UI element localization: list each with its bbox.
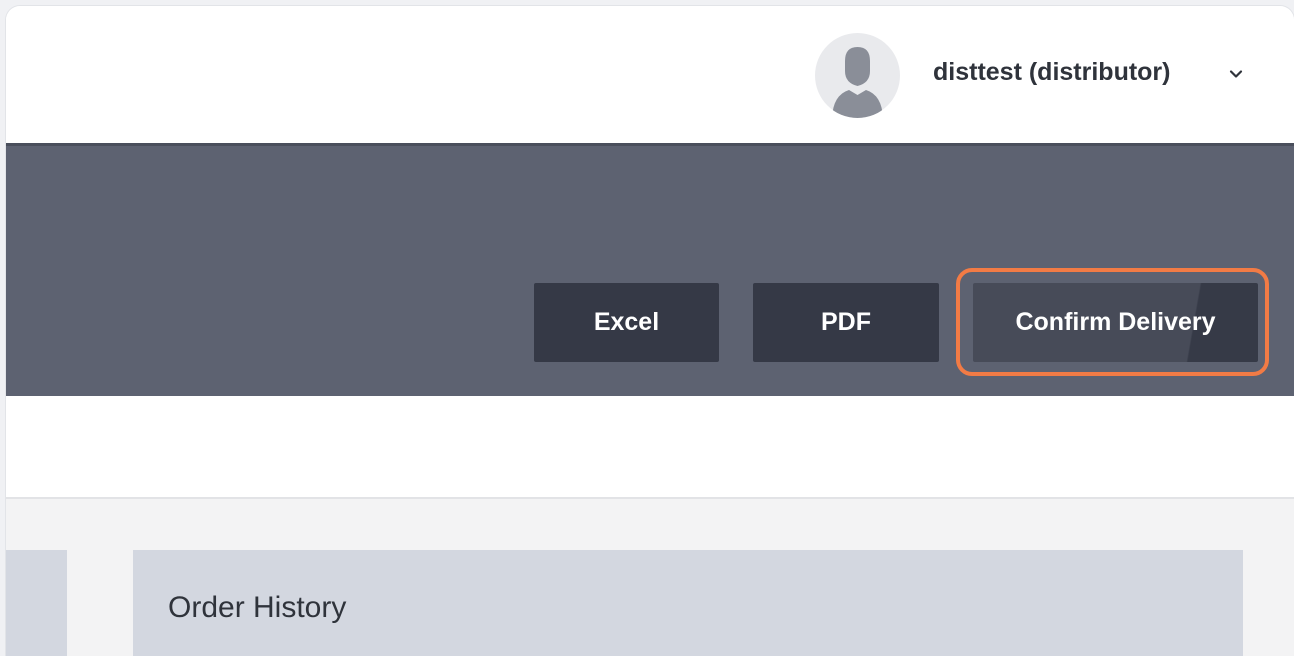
side-card [6,550,67,656]
chevron-down-icon[interactable] [1228,66,1244,82]
top-bar: disttest (distributor) [6,6,1294,143]
user-menu-label[interactable]: disttest (distributor) [933,58,1171,87]
order-history-card: Order History [133,550,1243,656]
avatar[interactable] [815,33,900,118]
app-window: disttest (distributor) Excel PDF Confirm… [6,6,1294,656]
excel-button[interactable]: Excel [534,283,719,362]
subheader-strip [6,396,1294,499]
user-silhouette-icon [832,47,883,118]
confirm-delivery-button[interactable]: Confirm Delivery [973,283,1258,362]
pdf-button[interactable]: PDF [753,283,939,362]
order-history-title: Order History [168,591,347,624]
